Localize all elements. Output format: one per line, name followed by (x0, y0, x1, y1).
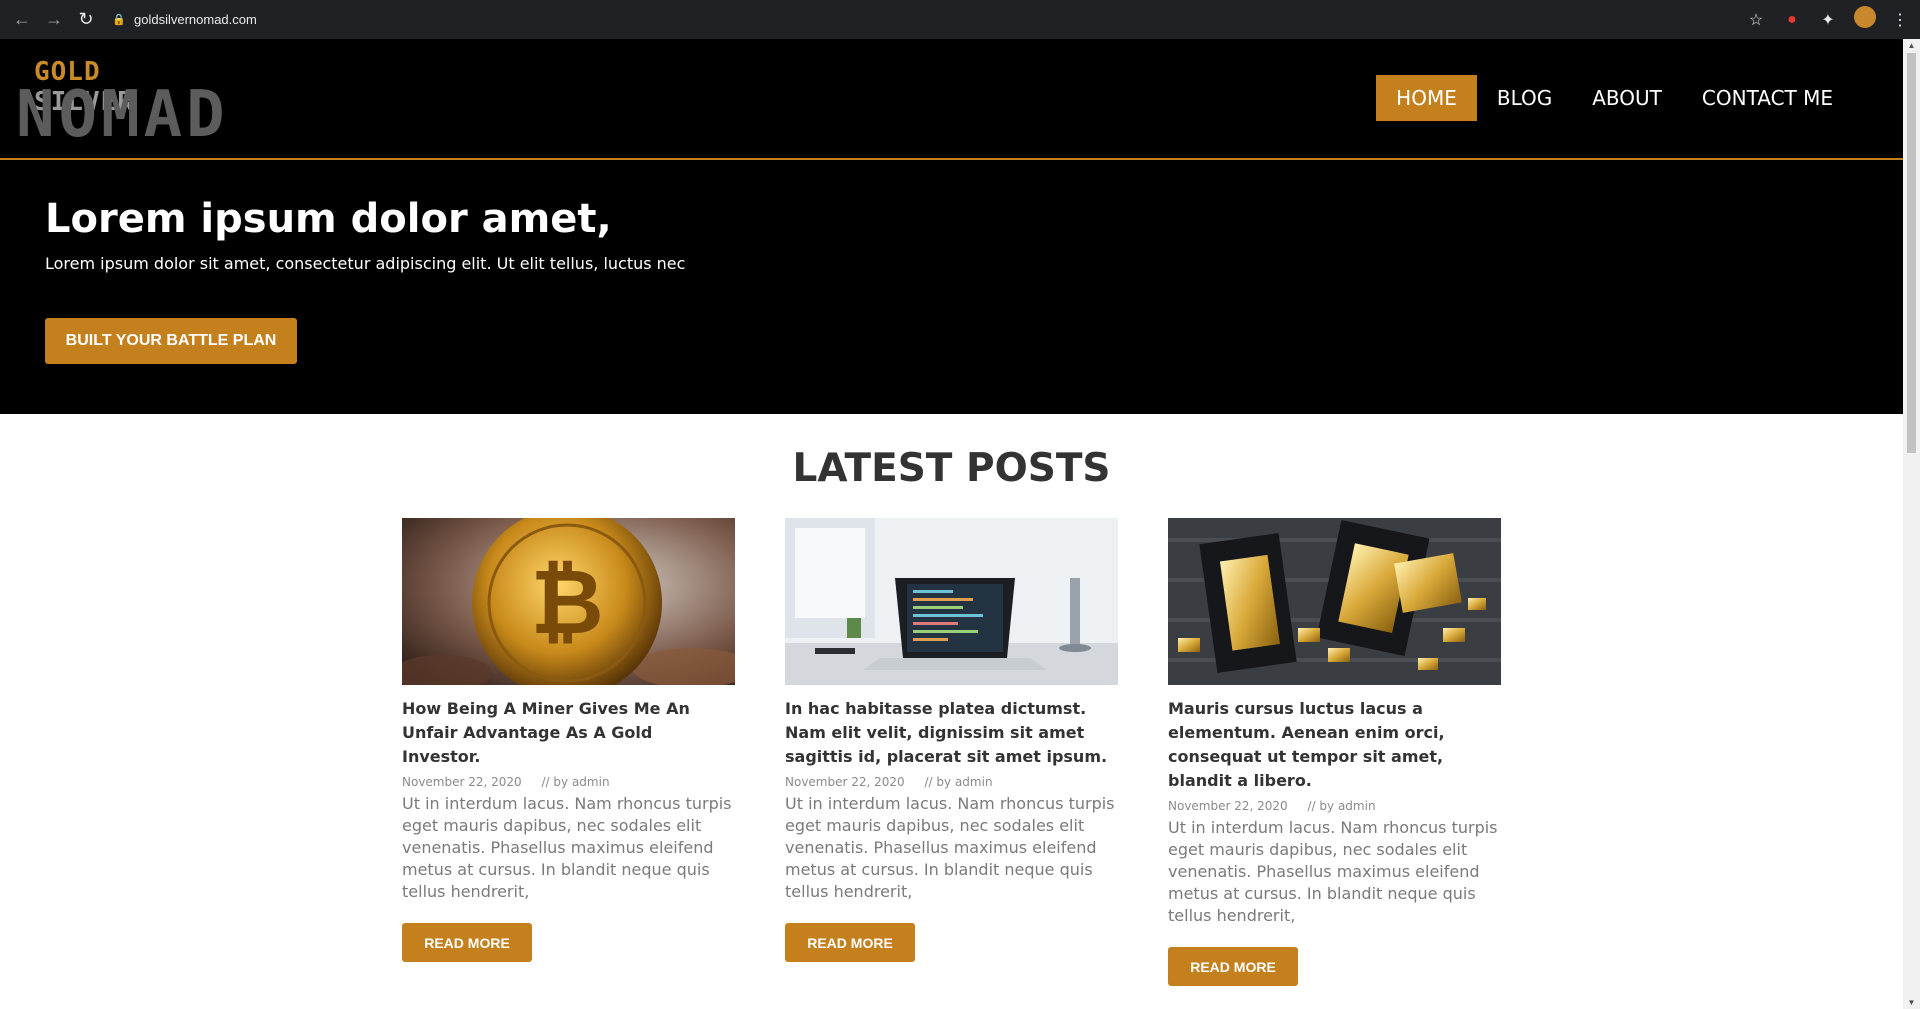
scrollbar-thumb[interactable] (1907, 53, 1916, 453)
reload-icon[interactable]: ↻ (72, 6, 100, 34)
kebab-menu-icon[interactable]: ⋮ (1890, 10, 1910, 30)
profile-avatar-icon[interactable] (1854, 6, 1876, 33)
nav-item-home[interactable]: HOME (1376, 75, 1477, 121)
hero-subtitle: Lorem ipsum dolor sit amet, consectetur … (45, 254, 686, 273)
read-more-button[interactable]: READ MORE (785, 923, 915, 962)
extension-icon[interactable]: ● (1782, 11, 1802, 29)
post-date: November 22, 2020 (402, 775, 522, 789)
logo-word-nomad: NOMAD (16, 78, 229, 152)
svg-text:₿: ₿ (530, 550, 603, 655)
battle-plan-button[interactable]: BUILT YOUR BATTLE PLAN (45, 318, 297, 364)
post-title[interactable]: Mauris cursus luctus lacus a elementum. … (1168, 697, 1501, 793)
url-text: goldsilvernomad.com (134, 12, 257, 27)
post-excerpt: Ut in interdum lacus. Nam rhoncus turpis… (402, 794, 732, 901)
post-author[interactable]: // by admin (542, 775, 610, 789)
read-more-button[interactable]: READ MORE (1168, 947, 1298, 986)
post-meta: November 22, 2020 // by admin (785, 775, 1118, 789)
post-title[interactable]: In hac habitasse platea dictumst. Nam el… (785, 697, 1118, 769)
section-title: LATEST POSTS (792, 446, 1111, 491)
hero-section: Lorem ipsum dolor amet, Lorem ipsum dolo… (0, 160, 1903, 414)
browser-actions: ☆ ● ✦ ⋮ (1746, 0, 1910, 39)
nav-item-blog[interactable]: BLOG (1477, 75, 1572, 121)
back-arrow-icon[interactable]: ← (8, 6, 36, 34)
post-author[interactable]: // by admin (925, 775, 993, 789)
address-bar[interactable]: 🔒 goldsilvernomad.com (108, 4, 1788, 35)
laptop-desk-image (785, 518, 1118, 685)
main-navigation: HOME BLOG ABOUT CONTACT ME (1376, 75, 1853, 121)
scroll-down-arrow-icon[interactable]: ▼ (1907, 998, 1916, 1007)
bitcoin-coin-image: ₿ (402, 518, 735, 685)
post-card: In hac habitasse platea dictumst. Nam el… (785, 518, 1118, 962)
site-logo[interactable]: GOLD SILVER NOMAD (16, 53, 225, 148)
lock-icon: 🔒 (112, 13, 126, 26)
post-date: November 22, 2020 (785, 775, 905, 789)
scroll-up-arrow-icon[interactable]: ▲ (1907, 41, 1916, 50)
page-scrollbar[interactable]: ▲ ▼ (1903, 39, 1920, 1009)
browser-toolbar: ← → ↻ 🔒 goldsilvernomad.com ☆ ● ✦ ⋮ (0, 0, 1920, 39)
post-card: Mauris cursus luctus lacus a elementum. … (1168, 518, 1501, 986)
post-title[interactable]: How Being A Miner Gives Me An Unfair Adv… (402, 697, 735, 769)
star-bookmark-icon[interactable]: ☆ (1746, 10, 1766, 30)
site-header: GOLD SILVER NOMAD HOME BLOG ABOUT CONTAC… (0, 39, 1903, 160)
post-thumbnail-gold-bars[interactable] (1168, 518, 1501, 685)
post-meta: November 22, 2020 // by admin (402, 775, 735, 789)
nav-item-about[interactable]: ABOUT (1572, 75, 1682, 121)
puzzle-extensions-icon[interactable]: ✦ (1818, 10, 1838, 30)
post-excerpt: Ut in interdum lacus. Nam rhoncus turpis… (1168, 818, 1498, 925)
nav-item-contact[interactable]: CONTACT ME (1682, 75, 1853, 121)
gold-bars-image (1168, 518, 1501, 685)
post-author[interactable]: // by admin (1308, 799, 1376, 813)
post-excerpt: Ut in interdum lacus. Nam rhoncus turpis… (785, 794, 1115, 901)
post-date: November 22, 2020 (1168, 799, 1288, 813)
read-more-button[interactable]: READ MORE (402, 923, 532, 962)
hero-title: Lorem ipsum dolor amet, (45, 196, 612, 242)
post-thumbnail-bitcoin[interactable]: ₿ (402, 518, 735, 685)
post-card: ₿ How Being A Miner Gives Me An Unfair A… (402, 518, 735, 962)
post-thumbnail-laptop[interactable] (785, 518, 1118, 685)
forward-arrow-icon[interactable]: → (40, 6, 68, 34)
post-meta: November 22, 2020 // by admin (1168, 799, 1501, 813)
